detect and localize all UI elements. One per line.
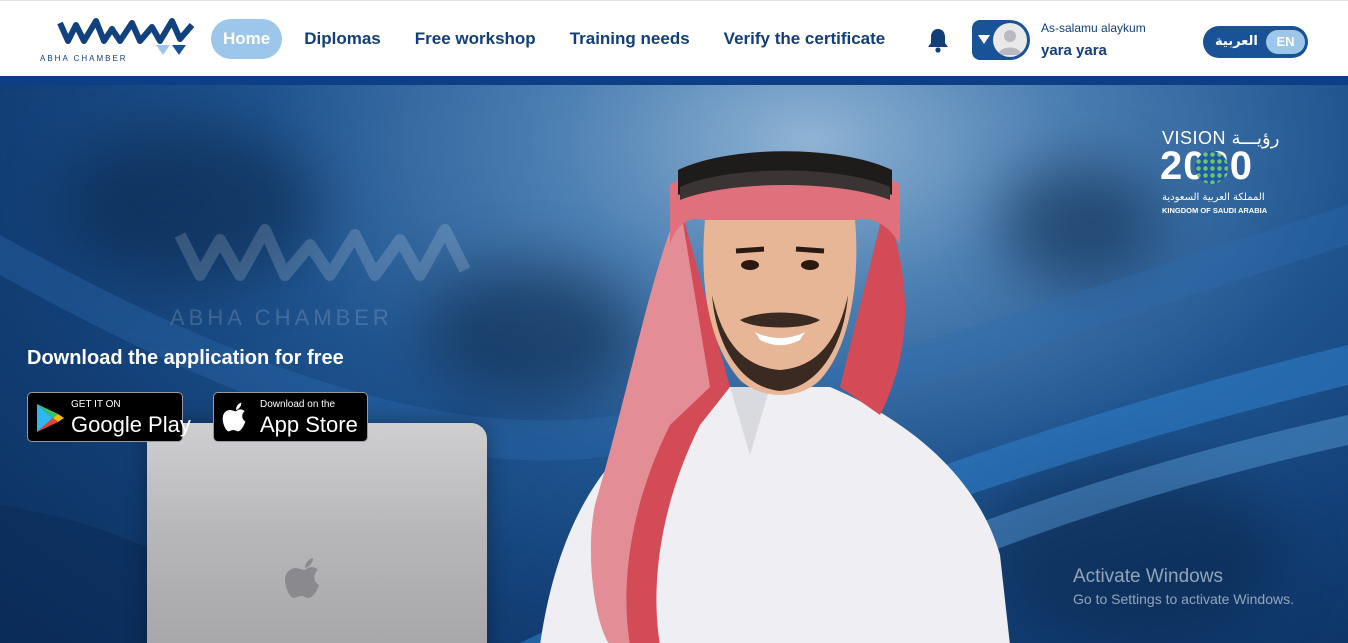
language-switch[interactable]: العربية EN — [1203, 26, 1308, 58]
avatar — [993, 23, 1027, 57]
apple-icon — [222, 402, 246, 432]
google-play-small-label: GET IT ON — [71, 399, 121, 410]
hero-person-image — [540, 151, 1010, 643]
user-menu-toggle[interactable] — [972, 20, 1030, 60]
language-arabic-option[interactable]: العربية — [1215, 26, 1258, 58]
caret-down-icon — [978, 35, 990, 44]
main-nav: Home Diplomas Free workshop Training nee… — [211, 19, 907, 59]
top-header: ABHA CHAMBER Home Diplomas Free workshop… — [0, 0, 1348, 76]
vision-kingdom-ar: المملكة العربية السعودية — [1162, 192, 1265, 203]
vision-emblem-icon — [1195, 151, 1228, 184]
apple-logo-icon — [285, 558, 319, 598]
nav-diplomas[interactable]: Diplomas — [292, 19, 393, 59]
app-store-small-label: Download on the — [260, 399, 336, 410]
watermark-logo: ABHA CHAMBER — [170, 224, 471, 330]
nav-verify-certificate[interactable]: Verify the certificate — [712, 19, 898, 59]
activate-windows-title: Activate Windows — [1073, 566, 1223, 587]
username-text: yara yara — [1041, 42, 1107, 59]
nav-training-needs[interactable]: Training needs — [558, 19, 702, 59]
google-play-label: Google Play — [71, 412, 191, 437]
vision-2030-logo: VISION رؤيـــة 2030 المملكة العربية السع… — [1155, 128, 1295, 218]
header-divider-bar — [0, 76, 1348, 85]
laptop-image — [147, 423, 487, 643]
hero-banner: ABHA CHAMBER Download the application fo… — [0, 85, 1348, 643]
logo-english-text: ABHA CHAMBER — [40, 54, 128, 63]
greeting-text: As-salamu alaykum — [1041, 21, 1146, 35]
bell-icon[interactable] — [926, 27, 950, 53]
activate-windows-subtitle: Go to Settings to activate Windows. — [1073, 591, 1294, 607]
abha-chamber-logo[interactable]: ABHA CHAMBER — [40, 15, 205, 65]
vision-kingdom-en: KINGDOM OF SAUDI ARABIA — [1162, 206, 1268, 215]
google-play-icon — [37, 404, 64, 432]
google-play-button[interactable]: GET IT ON Google Play — [27, 392, 191, 442]
nav-free-workshop[interactable]: Free workshop — [403, 19, 548, 59]
app-store-button[interactable]: Download on the App Store — [213, 392, 368, 442]
nav-home[interactable]: Home — [211, 19, 283, 59]
download-app-title: Download the application for free — [27, 347, 344, 369]
svg-text:ABHA CHAMBER: ABHA CHAMBER — [170, 305, 393, 330]
language-english-option[interactable]: EN — [1266, 30, 1305, 54]
app-store-label: App Store — [260, 412, 358, 437]
